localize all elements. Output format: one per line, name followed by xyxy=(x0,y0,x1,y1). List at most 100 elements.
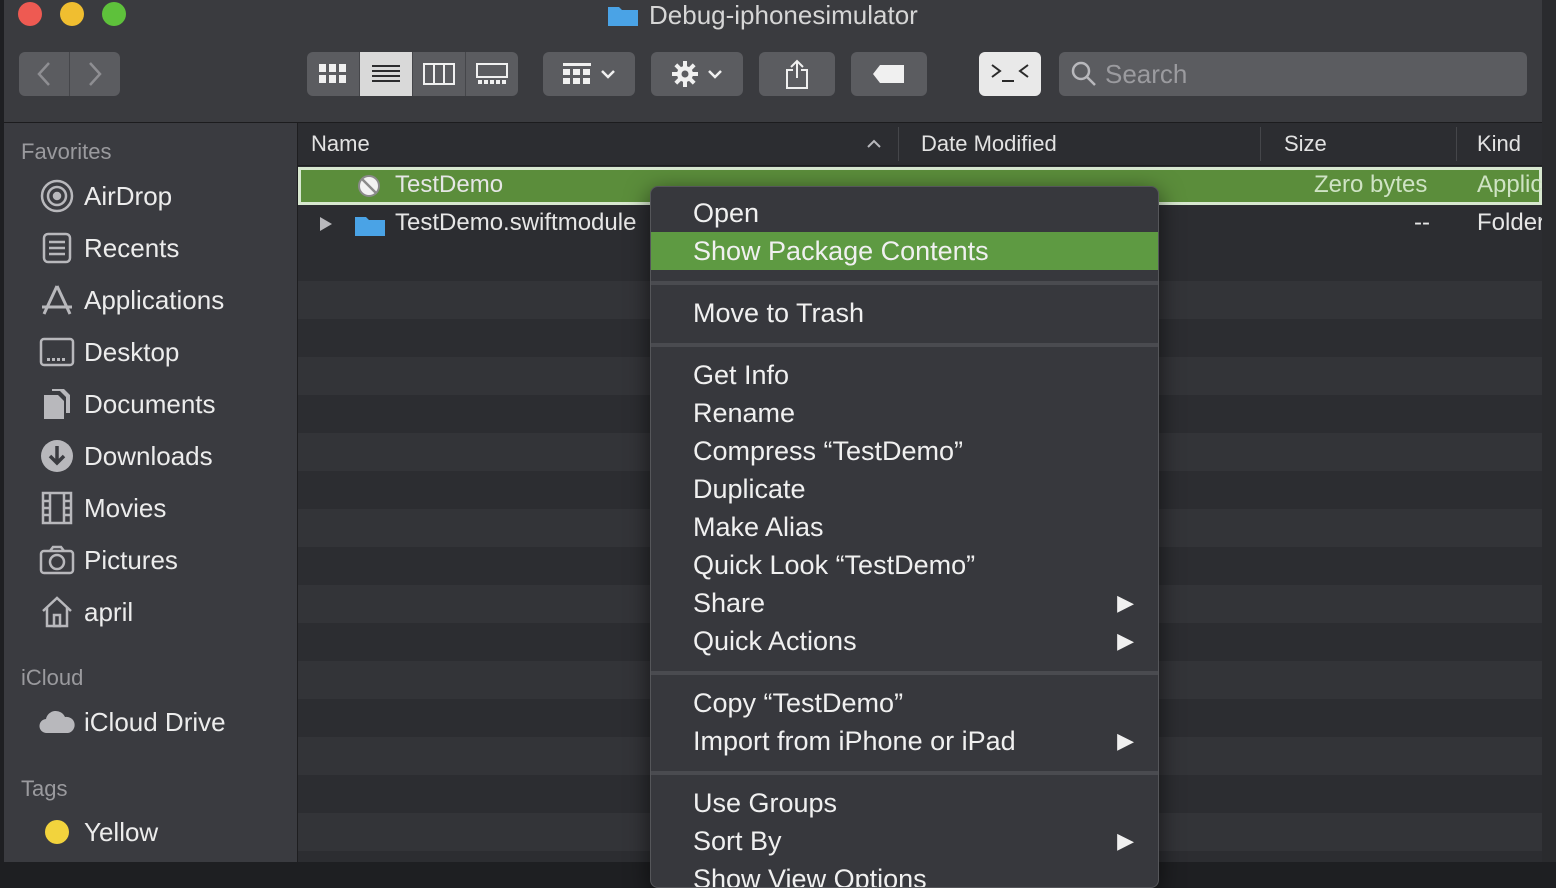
submenu-arrow-icon: ▶ xyxy=(1117,728,1134,753)
file-size: Zero bytes xyxy=(1314,171,1428,198)
group-by-button[interactable] xyxy=(543,52,635,96)
forward-button[interactable] xyxy=(70,52,120,96)
desktop-icon xyxy=(38,334,76,370)
terminal-icon xyxy=(991,64,1029,82)
file-kind: Folder/ xyxy=(1477,209,1542,236)
terminal-button[interactable] xyxy=(979,52,1041,96)
menu-item-use-groups[interactable]: Use Groups xyxy=(651,784,1158,822)
tags-header: Tags xyxy=(21,776,68,801)
sidebar-item-label: Movies xyxy=(84,492,167,523)
disclosure-triangle-icon[interactable] xyxy=(318,216,334,232)
menu-item-share[interactable]: Share ▶ xyxy=(651,584,1158,622)
sidebar-item-desktop[interactable]: Desktop xyxy=(38,334,179,370)
icloud-header: iCloud xyxy=(21,665,84,690)
file-size: -- xyxy=(1414,209,1430,236)
list-view-button[interactable] xyxy=(360,52,413,96)
sidebar-item-label: Downloads xyxy=(84,440,213,471)
share-button[interactable] xyxy=(759,52,835,96)
sidebar-item-airdrop[interactable]: AirDrop xyxy=(38,178,172,214)
sidebar-item-label: april xyxy=(84,596,134,627)
view-mode-control xyxy=(307,52,518,96)
minimize-window-button[interactable] xyxy=(60,2,84,26)
sidebar-item-label: Applications xyxy=(84,284,225,315)
column-kind[interactable]: Kind xyxy=(1477,131,1521,157)
grid-icon xyxy=(319,64,346,83)
menu-item-show-view-options[interactable]: Show View Options xyxy=(651,860,1158,887)
sidebar-item-icloud-drive[interactable]: iCloud Drive xyxy=(38,704,226,740)
gear-icon xyxy=(672,61,698,87)
menu-separator xyxy=(651,671,1158,675)
column-date-modified[interactable]: Date Modified xyxy=(921,131,1057,157)
menu-item-make-alias[interactable]: Make Alias xyxy=(651,508,1158,546)
app-prohibited-icon xyxy=(358,175,380,197)
sidebar-item-movies[interactable]: Movies xyxy=(38,490,166,526)
back-button[interactable] xyxy=(19,52,70,96)
menu-item-show-package-contents[interactable]: Show Package Contents xyxy=(651,232,1158,270)
chevron-down-icon xyxy=(708,70,722,79)
chevron-down-icon xyxy=(601,70,615,79)
window-title: Debug-iphonesimulator xyxy=(607,0,918,30)
recents-icon xyxy=(38,230,76,266)
sidebar-item-home[interactable]: april xyxy=(38,594,133,630)
gallery-icon xyxy=(476,63,508,84)
edit-tags-button[interactable] xyxy=(851,52,927,96)
sidebar-item-tag-yellow[interactable]: Yellow xyxy=(38,814,158,850)
submenu-arrow-icon: ▶ xyxy=(1117,628,1134,653)
search-field[interactable]: Search xyxy=(1059,52,1527,96)
gallery-view-button[interactable] xyxy=(466,52,518,96)
icon-view-button[interactable] xyxy=(307,52,360,96)
column-header: Name Date Modified Size Kind xyxy=(298,123,1542,166)
sidebar-item-label: Recents xyxy=(84,232,180,263)
sidebar-item-label: AirDrop xyxy=(84,180,173,211)
menu-item-rename[interactable]: Rename xyxy=(651,394,1158,432)
submenu-arrow-icon: ▶ xyxy=(1117,590,1134,615)
sidebar: Favorites AirDrop Recents Applications D… xyxy=(4,123,298,862)
menu-item-compress[interactable]: Compress “TestDemo” xyxy=(651,432,1158,470)
column-divider xyxy=(898,127,899,161)
sidebar-item-documents[interactable]: Documents xyxy=(38,386,216,422)
sidebar-item-label: Documents xyxy=(84,388,216,419)
menu-item-get-info[interactable]: Get Info xyxy=(651,356,1158,394)
menu-item-duplicate[interactable]: Duplicate xyxy=(651,470,1158,508)
close-window-button[interactable] xyxy=(18,2,42,26)
sidebar-item-pictures[interactable]: Pictures xyxy=(38,542,178,578)
background-window-edge xyxy=(1542,0,1556,876)
menu-item-sort-by[interactable]: Sort By ▶ xyxy=(651,822,1158,860)
sidebar-item-label: iCloud Drive xyxy=(84,706,226,737)
column-size[interactable]: Size xyxy=(1284,131,1327,157)
columns-icon xyxy=(423,63,455,85)
menu-separator xyxy=(651,771,1158,775)
downloads-icon xyxy=(38,438,76,474)
zoom-window-button[interactable] xyxy=(102,2,126,26)
sidebar-item-downloads[interactable]: Downloads xyxy=(38,438,213,474)
list-icon xyxy=(372,65,400,82)
sidebar-item-recents[interactable]: Recents xyxy=(38,230,179,266)
column-divider xyxy=(1456,127,1457,161)
airdrop-icon xyxy=(38,178,76,214)
folder-icon xyxy=(355,217,385,236)
documents-icon xyxy=(38,386,76,422)
menu-item-open[interactable]: Open xyxy=(651,194,1158,232)
context-menu: Open Show Package Contents Move to Trash… xyxy=(650,186,1159,888)
menu-item-copy[interactable]: Copy “TestDemo” xyxy=(651,684,1158,722)
file-name: TestDemo xyxy=(395,171,504,198)
menu-item-move-to-trash[interactable]: Move to Trash xyxy=(651,294,1158,332)
menu-separator xyxy=(651,343,1158,347)
yellow-tag-dot-icon xyxy=(38,814,76,850)
folder-icon xyxy=(608,7,638,26)
sidebar-item-applications[interactable]: Applications xyxy=(38,282,224,318)
column-view-button[interactable] xyxy=(413,52,466,96)
tag-icon xyxy=(873,65,904,83)
column-name[interactable]: Name xyxy=(311,131,370,157)
action-button[interactable] xyxy=(651,52,743,96)
group-grid-icon xyxy=(563,63,591,84)
menu-item-quick-look[interactable]: Quick Look “TestDemo” xyxy=(651,546,1158,584)
menu-separator xyxy=(651,281,1158,285)
toolbar: Debug-iphonesimulator Search xyxy=(4,0,1542,123)
chevron-left-icon xyxy=(37,62,50,86)
chevron-right-icon xyxy=(89,62,102,86)
menu-item-import-from-iphone[interactable]: Import from iPhone or iPad ▶ xyxy=(651,722,1158,760)
home-icon xyxy=(38,594,76,630)
sort-ascending-icon xyxy=(867,139,881,148)
menu-item-quick-actions[interactable]: Quick Actions ▶ xyxy=(651,622,1158,660)
